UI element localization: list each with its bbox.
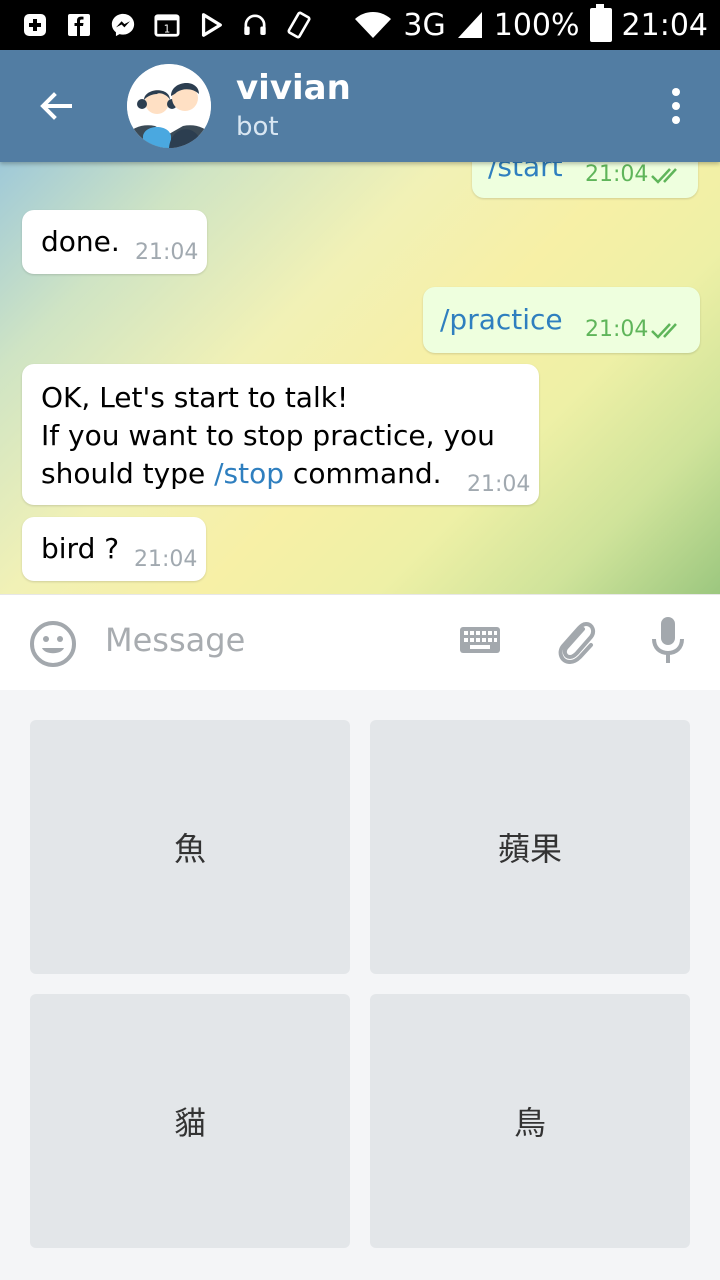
network-type: 3G	[403, 7, 446, 43]
message-fragment: should type	[41, 457, 215, 490]
back-arrow-icon[interactable]	[34, 84, 78, 128]
double-check-icon	[651, 323, 677, 339]
message-text[interactable]: bird ?	[41, 530, 119, 568]
system-status: 3G 100% 21:04	[353, 0, 708, 50]
message-input-bar: Message	[0, 594, 720, 691]
vibrate-icon	[286, 11, 312, 39]
message-incoming[interactable]: bird ? 21:04	[22, 517, 206, 581]
message-time: 21:04	[585, 162, 649, 187]
message-line: should type /stop command.	[41, 455, 521, 493]
wifi-icon	[355, 12, 392, 38]
message-text[interactable]: /practice	[440, 301, 563, 339]
chat-header: vivian bot	[0, 50, 720, 162]
message-input[interactable]: Message	[105, 621, 245, 659]
keyboard-button-cat[interactable]: 貓	[30, 994, 350, 1248]
message-incoming[interactable]: OK, Let's start to talk! If you want to …	[22, 364, 539, 505]
message-time: 21:04	[585, 317, 649, 342]
message-incoming[interactable]: done. 21:04	[22, 210, 207, 274]
play-store-icon	[198, 12, 224, 38]
message-text[interactable]: OK, Let's start to talk! If you want to …	[41, 379, 521, 493]
battery-icon	[589, 4, 612, 42]
stop-command-link[interactable]: /stop	[214, 457, 284, 490]
battery-percent: 100%	[493, 7, 580, 43]
chat-subtitle: bot	[236, 112, 279, 142]
double-check-icon	[651, 168, 677, 184]
message-line: If you want to stop practice, you	[41, 419, 495, 452]
message-time: 21:04	[135, 240, 199, 265]
microphone-icon[interactable]	[648, 615, 688, 667]
avatar[interactable]	[127, 64, 211, 148]
keyboard-icon[interactable]	[458, 623, 502, 659]
keyboard-button-fish[interactable]: 魚	[30, 720, 350, 974]
clock: 21:04	[621, 7, 708, 43]
attach-icon[interactable]	[553, 617, 599, 667]
message-text[interactable]: done.	[41, 223, 120, 261]
emoji-icon[interactable]	[28, 619, 78, 669]
facebook-icon	[66, 12, 92, 38]
message-outgoing[interactable]: /practice 21:04	[423, 287, 700, 353]
keyboard-button-bird[interactable]: 鳥	[370, 994, 690, 1248]
message-text[interactable]: /start	[488, 162, 563, 186]
chat-title[interactable]: vivian	[236, 68, 351, 108]
more-options-icon[interactable]	[666, 86, 686, 126]
message-time: 21:04	[134, 547, 198, 572]
signal-icon	[457, 12, 482, 38]
svg-text:1: 1	[164, 24, 171, 35]
calendar-icon: 1	[154, 12, 180, 38]
add-notification-icon	[22, 12, 48, 38]
message-time: 21:04	[467, 472, 531, 497]
message-fragment: command.	[284, 457, 442, 490]
keyboard-button-apple[interactable]: 蘋果	[370, 720, 690, 974]
message-list[interactable]: /start 21:04 done. 21:04 /practice 21:04…	[0, 162, 720, 594]
message-line: OK, Let's start to talk!	[41, 381, 349, 414]
message-outgoing[interactable]: /start 21:04	[472, 162, 698, 198]
headset-icon	[242, 12, 268, 38]
status-bar: 1 3G 100% 21:04	[0, 0, 720, 50]
bot-keyboard: 魚 蘋果 貓 鳥	[0, 690, 720, 1280]
notification-icons: 1	[22, 9, 312, 41]
messenger-icon	[110, 12, 136, 38]
